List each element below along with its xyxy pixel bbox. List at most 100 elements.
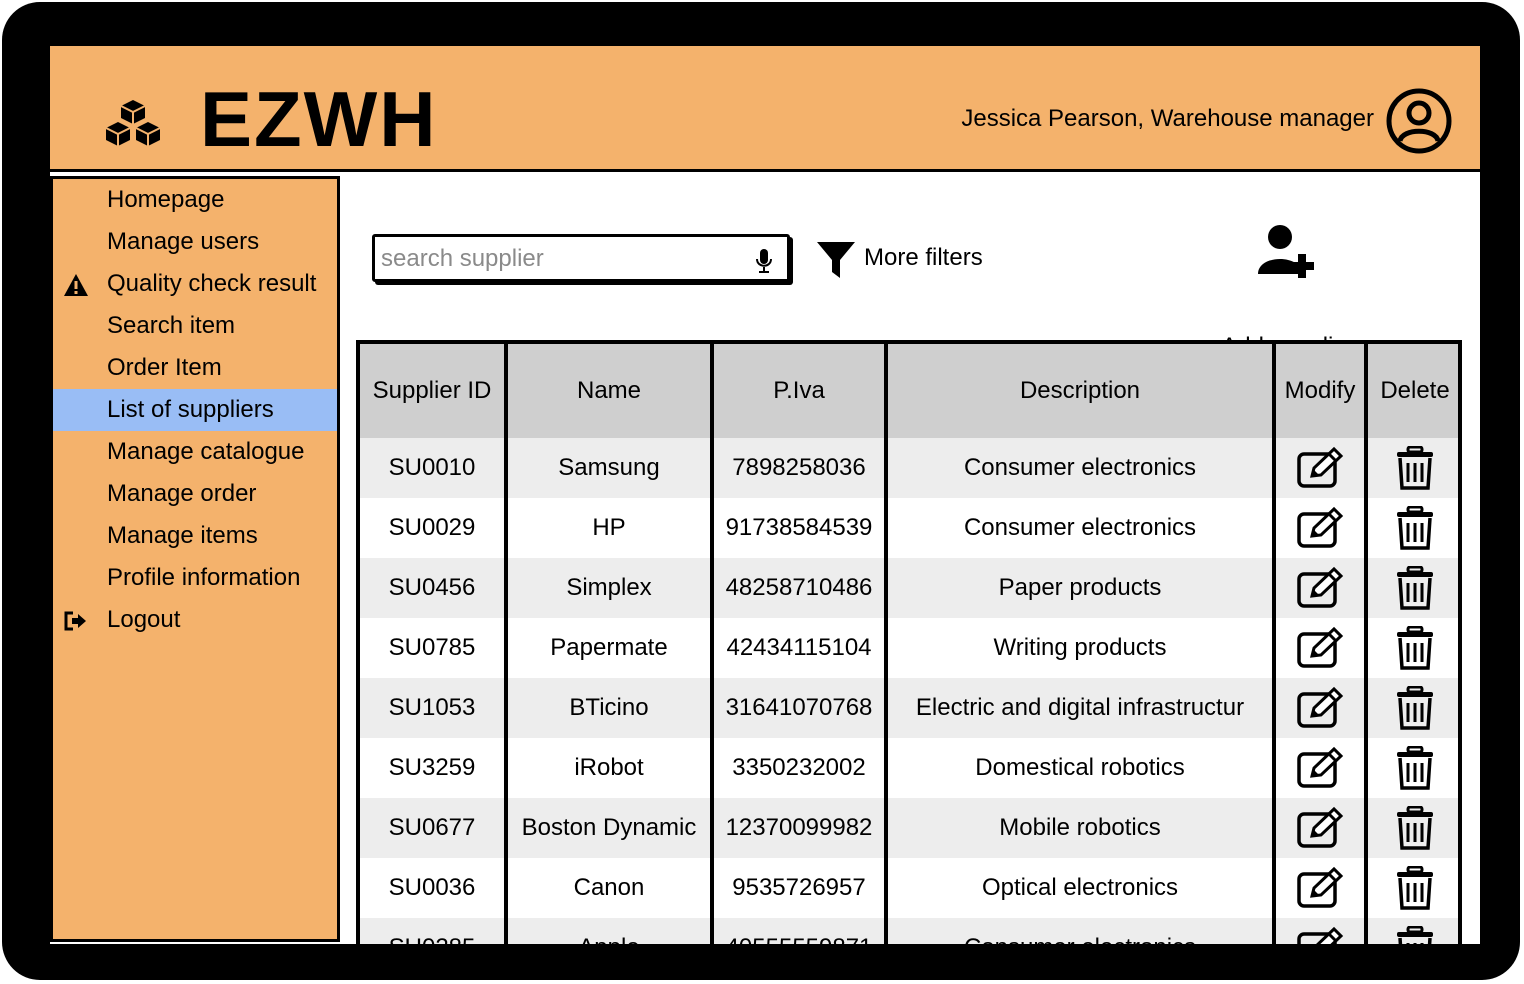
table-row: SU0677 Boston Dynamic 12370099982 Mobile ro…	[360, 798, 1458, 858]
add-supplier-button[interactable]: Add supplier	[1208, 224, 1368, 360]
cell-supplier-id: SU0785	[360, 618, 506, 678]
sidebar-item-manage-order[interactable]: Manage order	[53, 473, 337, 515]
modify-button[interactable]	[1272, 678, 1366, 738]
search-input[interactable]	[381, 241, 745, 277]
sidebar-item-logout[interactable]: Logout	[53, 599, 337, 641]
modify-button[interactable]	[1272, 858, 1366, 918]
edit-icon	[1297, 626, 1344, 668]
cell-description: Electric and digital infrastructur	[884, 678, 1274, 738]
cell-description: Mobile robotics	[884, 798, 1274, 858]
cell-name: HP	[504, 498, 712, 558]
sidebar-menu: Homepage Manage users Quality check resu…	[53, 179, 337, 641]
cell-name: Simplex	[504, 558, 712, 618]
modify-button[interactable]	[1272, 558, 1366, 618]
filter-funnel-icon	[817, 242, 855, 278]
cell-name: Samsung	[504, 438, 712, 498]
search-bar	[372, 234, 790, 282]
logout-icon	[64, 611, 86, 631]
sidebar-item-manage-items[interactable]: Manage items	[53, 515, 337, 557]
cell-description: Paper products	[884, 558, 1274, 618]
user-name-role: Jessica Pearson, Warehouse manager	[961, 105, 1374, 132]
table-header-row: Supplier ID Name P.Iva Description Modif…	[360, 344, 1458, 438]
trash-icon	[1397, 505, 1433, 550]
sidebar-item-label: Manage users	[107, 228, 260, 255]
edit-icon	[1297, 446, 1344, 488]
sidebar-item-profile-information[interactable]: Profile information	[53, 557, 337, 599]
table-row: SU0285Apple40555559871Consumer electroni…	[360, 918, 1458, 944]
cell-piva: 91738584539	[710, 498, 886, 558]
delete-button[interactable]	[1364, 738, 1458, 798]
sidebar-item-list-of-suppliers[interactable]: List of suppliers	[53, 389, 337, 431]
cell-supplier-id: SU0677	[360, 798, 506, 858]
column-header-description: Description	[884, 344, 1274, 438]
column-header-piva: P.Iva	[710, 344, 886, 438]
sidebar-item-label: Manage catalogue	[107, 438, 305, 465]
edit-icon	[1297, 926, 1344, 944]
column-header-delete: Delete	[1364, 344, 1458, 438]
main-content: More filters Add supplier	[344, 176, 1480, 944]
column-header-name: Name	[504, 344, 712, 438]
delete-button[interactable]	[1364, 498, 1458, 558]
suppliers-table: Supplier ID Name P.Iva Description Modif…	[356, 340, 1462, 944]
cell-piva: 31641070768	[710, 678, 886, 738]
cell-description: Consumer electronics	[884, 498, 1274, 558]
sidebar-item-order-item[interactable]: Order Item	[53, 347, 337, 389]
sidebar-item-manage-users[interactable]: Manage users	[53, 221, 337, 263]
modify-button[interactable]	[1272, 738, 1366, 798]
sidebar-item-label: Order Item	[107, 354, 222, 381]
cell-description: Domestical robotics	[884, 738, 1274, 798]
sidebar-item-label: Logout	[107, 606, 181, 633]
trash-icon	[1397, 925, 1433, 944]
delete-button[interactable]	[1364, 798, 1458, 858]
cell-description: Consumer electronics	[884, 918, 1274, 944]
table-row: SU0010 Samsung 7898258036 Consumer electron…	[360, 438, 1458, 498]
cell-name: Boston Dynamic	[504, 798, 712, 858]
modify-button[interactable]	[1272, 618, 1366, 678]
delete-button[interactable]	[1364, 678, 1458, 738]
modify-button[interactable]	[1272, 918, 1366, 944]
edit-icon	[1297, 866, 1344, 908]
trash-icon	[1397, 805, 1433, 850]
cell-description: Optical electronics	[884, 858, 1274, 918]
modify-button[interactable]	[1272, 438, 1366, 498]
sidebar-item-manage-catalogue[interactable]: Manage catalogue	[53, 431, 337, 473]
app-screen: EZWH Jessica Pearson, Warehouse manager …	[50, 46, 1480, 944]
delete-button[interactable]	[1364, 918, 1458, 944]
trash-icon	[1397, 625, 1433, 670]
sidebar-item-label: Search item	[107, 312, 236, 339]
edit-icon	[1297, 806, 1344, 848]
cell-supplier-id: SU0456	[360, 558, 506, 618]
table-row: SU3259 iRobot 3350232002 Domestical robotic…	[360, 738, 1458, 798]
delete-button[interactable]	[1364, 618, 1458, 678]
delete-button[interactable]	[1364, 438, 1458, 498]
table-row: SU0029 HP 91738584539 Consumer electronics	[360, 498, 1458, 558]
trash-icon	[1397, 745, 1433, 790]
sidebar-item-label: Quality check result	[107, 270, 317, 297]
sidebar-item-homepage[interactable]: Homepage	[53, 179, 337, 221]
app-title: EZWH	[200, 75, 438, 163]
microphone-icon[interactable]	[755, 248, 773, 274]
delete-button[interactable]	[1364, 858, 1458, 918]
modify-button[interactable]	[1272, 798, 1366, 858]
cell-supplier-id: SU3259	[360, 738, 506, 798]
user-avatar-icon[interactable]	[1386, 88, 1452, 154]
cell-name: Papermate	[504, 618, 712, 678]
cell-supplier-id: SU0285	[360, 918, 506, 944]
warning-icon	[64, 274, 88, 296]
cell-piva: 42434115104	[710, 618, 886, 678]
column-header-modify: Modify	[1272, 344, 1366, 438]
modify-button[interactable]	[1272, 498, 1366, 558]
add-user-icon	[1258, 225, 1318, 278]
sidebar-item-label: Manage items	[107, 522, 258, 549]
table-row: SU0036 Canon 9535726957 Optical electronics	[360, 858, 1458, 918]
cell-piva: 12370099982	[710, 798, 886, 858]
sidebar-item-search-item[interactable]: Search item	[53, 305, 337, 347]
edit-icon	[1297, 566, 1344, 608]
table-body: SU0010 Samsung 7898258036 Consumer electron…	[360, 438, 1458, 944]
boxes-logo-icon	[105, 100, 161, 146]
delete-button[interactable]	[1364, 558, 1458, 618]
table-row: SU0456 Simplex 48258710486 Paper products	[360, 558, 1458, 618]
trash-icon	[1397, 565, 1433, 610]
sidebar-item-quality-check[interactable]: Quality check result	[53, 263, 337, 305]
column-header-supplier-id: Supplier ID	[360, 344, 506, 438]
